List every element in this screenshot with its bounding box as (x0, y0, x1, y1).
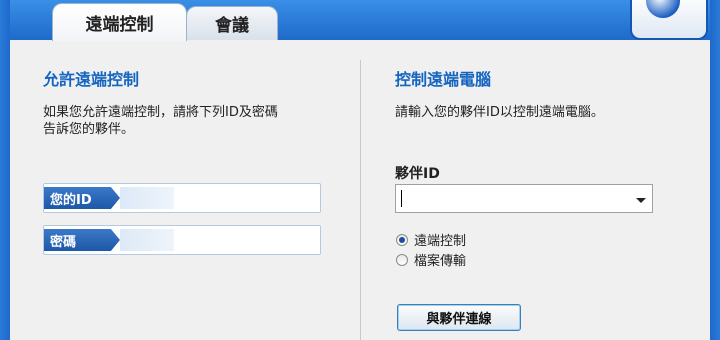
allow-remote-control-title: 允許遠端控制 (43, 70, 140, 89)
radio-remote-control-label: 遠端控制 (414, 234, 467, 249)
chevron-down-icon[interactable] (636, 198, 646, 203)
main-panel: 允許遠端控制 如果您允許遠端控制，請將下列ID及密碼 告訴您的夥伴。 您的ID … (10, 40, 710, 340)
your-id-field: 您的ID (43, 183, 321, 213)
app-logo (630, 0, 708, 40)
tab-remote-control[interactable]: 遠端控制 (52, 3, 187, 41)
section-divider (360, 60, 361, 340)
your-id-label-fade (120, 187, 174, 209)
password-label: 密碼 (44, 229, 120, 251)
allow-desc-line-1: 如果您允許遠端控制，請將下列ID及密碼 (43, 105, 278, 120)
allow-remote-control-description: 如果您允許遠端控制，請將下列ID及密碼 告訴您的夥伴。 (43, 104, 343, 138)
window-frame-left (0, 0, 10, 340)
allow-desc-line-2: 告訴您的夥伴。 (43, 122, 135, 137)
text-caret (401, 190, 402, 207)
radio-remote-control[interactable]: 遠端控制 (396, 230, 466, 249)
password-label-fade (120, 229, 174, 251)
partner-id-input[interactable] (395, 184, 653, 213)
control-remote-computer-description: 請輸入您的夥伴ID以控制遠端電腦。 (395, 105, 604, 120)
radio-file-transfer-label: 檔案傳輸 (414, 254, 467, 269)
radio-button-checked[interactable] (396, 233, 408, 246)
password-field: 密碼 (43, 225, 321, 255)
tab-meeting[interactable]: 會議 (186, 6, 278, 40)
radio-file-transfer[interactable]: 檔案傳輸 (396, 250, 466, 269)
control-remote-computer-title: 控制遠端電腦 (395, 70, 492, 89)
window-frame-right (710, 0, 720, 340)
connect-to-partner-button[interactable]: 與夥伴連線 (397, 304, 521, 331)
radio-button-unchecked[interactable] (396, 253, 408, 266)
logo-icon (646, 0, 680, 18)
your-id-label: 您的ID (44, 187, 120, 209)
partner-id-label: 夥伴ID (395, 166, 440, 182)
